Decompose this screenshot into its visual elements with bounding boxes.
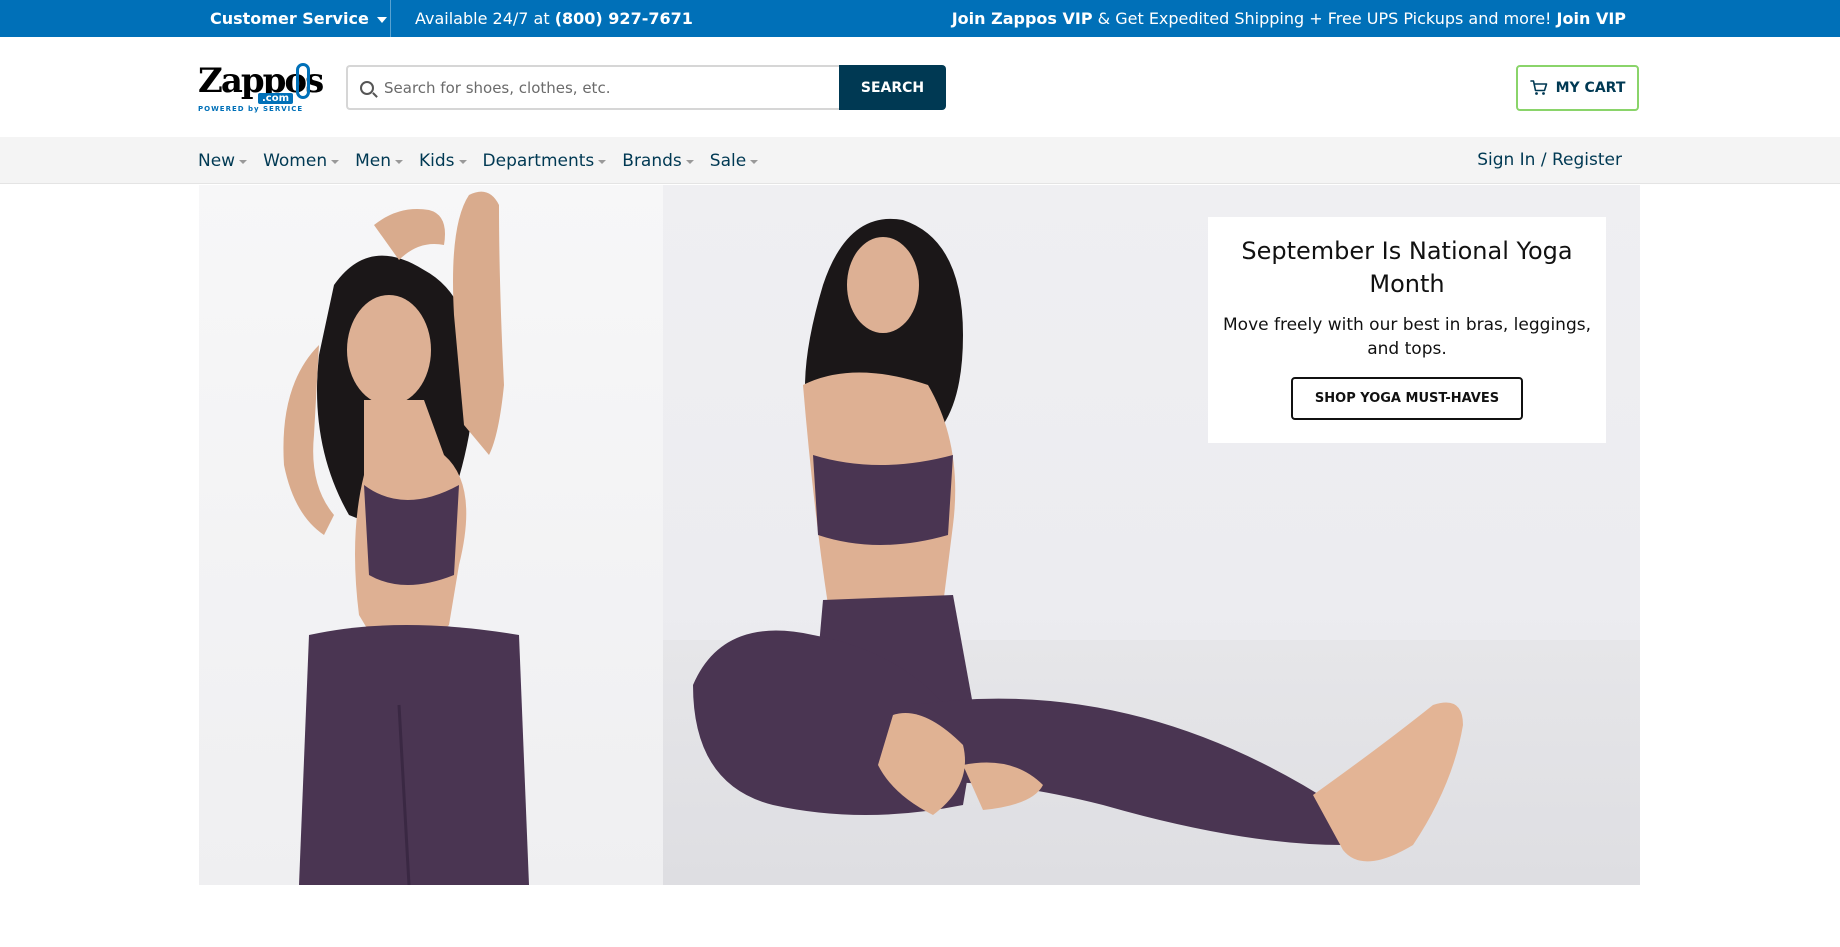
chevron-down-icon (685, 160, 694, 164)
main-nav: New Women Men Kids Departments Brands Sa… (0, 137, 1840, 184)
nav-item-label: Men (355, 150, 392, 171)
site-header: Zappos .com POWERED by SERVICE SEARCH MY… (0, 37, 1840, 137)
shop-yoga-button[interactable]: SHOP YOGA MUST-HAVES (1290, 377, 1524, 420)
nav-item-label: Departments (482, 150, 595, 171)
nav-item-label: Women (263, 150, 328, 171)
nav-item-new[interactable]: New (198, 150, 248, 171)
nav-item-men[interactable]: Men (355, 150, 404, 171)
standing-model-illustration (283, 191, 529, 885)
logo-dotcom: .com (258, 93, 294, 104)
zappos-logo[interactable]: Zappos .com POWERED by SERVICE (198, 61, 324, 113)
vip-promo-bold[interactable]: Join Zappos VIP (952, 9, 1093, 28)
search-form: SEARCH (346, 65, 946, 110)
customer-service-label: Customer Service (210, 9, 369, 28)
nav-item-kids[interactable]: Kids (419, 151, 467, 171)
nav-item-brands[interactable]: Brands (622, 151, 694, 171)
phone-number[interactable]: (800) 927-7671 (555, 9, 693, 28)
join-vip-link[interactable]: Join VIP (1557, 9, 1626, 28)
chevron-down-icon (395, 160, 404, 164)
search-box (346, 65, 839, 110)
customer-service-menu[interactable]: Customer Service (210, 0, 387, 37)
promo-subtitle: Move freely with our best in bras, leggi… (1223, 315, 1591, 359)
nav-item-departments[interactable]: Departments (483, 151, 607, 171)
promo-card: September Is National Yoga Month Move fr… (1208, 217, 1606, 443)
availability-text: Available 24/7 at (800) 927-7671 (415, 0, 693, 37)
my-cart-button[interactable]: MY CART (1516, 65, 1639, 111)
nav-items: New Women Men Kids Departments Brands Sa… (198, 137, 759, 184)
chevron-down-icon (239, 160, 248, 164)
vip-promo: Join Zappos VIP & Get Expedited Shipping… (952, 0, 1626, 37)
nav-item-label: Kids (419, 150, 455, 171)
nav-item-label: New (198, 150, 236, 171)
chevron-down-icon (458, 160, 467, 164)
nav-item-sale[interactable]: Sale (709, 150, 759, 171)
chevron-down-icon (376, 16, 387, 23)
search-input[interactable] (384, 78, 839, 97)
search-button[interactable]: SEARCH (839, 65, 946, 110)
utility-bar: Customer Service Available 24/7 at (800)… (0, 0, 1840, 37)
promo-title: September Is National Yoga Month (1241, 237, 1573, 298)
nav-item-label: Sale (709, 150, 747, 171)
nav-item-women[interactable]: Women (263, 150, 340, 171)
sign-in-register-link[interactable]: Sign In / Register (1477, 137, 1622, 184)
chevron-down-icon (750, 160, 759, 164)
logo-exclamation-icon (296, 63, 310, 99)
hero-image-standing-model[interactable] (199, 185, 663, 885)
cart-icon (1529, 80, 1548, 96)
search-icon (360, 80, 374, 95)
vip-promo-text: & Get Expedited Shipping + Free UPS Pick… (1097, 9, 1552, 28)
divider (390, 0, 391, 37)
chevron-down-icon (598, 160, 607, 164)
availability-prefix: Available 24/7 at (415, 9, 550, 28)
cart-label: MY CART (1555, 80, 1626, 96)
chevron-down-icon (331, 160, 340, 164)
logo-tagline: POWERED by SERVICE (198, 105, 304, 113)
nav-item-label: Brands (622, 150, 682, 171)
